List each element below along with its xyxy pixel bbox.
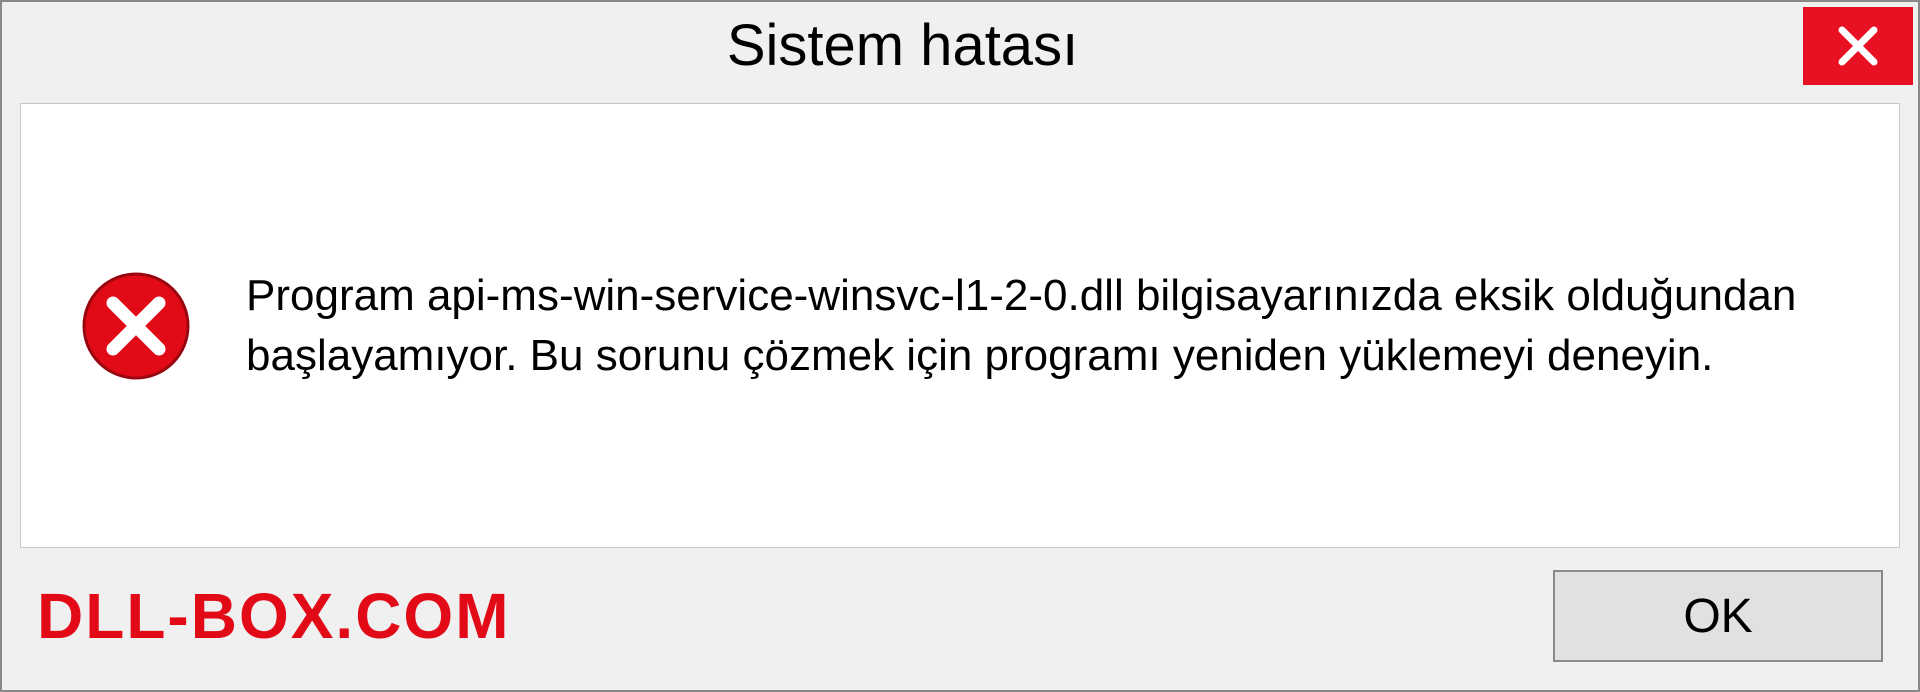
close-icon (1836, 24, 1880, 68)
dialog-title: Sistem hatası (2, 2, 1803, 79)
ok-button[interactable]: OK (1553, 570, 1883, 662)
error-icon (81, 271, 191, 381)
watermark-text: DLL-BOX.COM (37, 579, 511, 653)
titlebar: Sistem hatası (2, 2, 1918, 85)
error-dialog: Sistem hatası Program api-ms-win-service… (0, 0, 1920, 692)
content-area: Program api-ms-win-service-winsvc-l1-2-0… (20, 103, 1900, 548)
error-message: Program api-ms-win-service-winsvc-l1-2-0… (246, 266, 1839, 385)
dialog-footer: DLL-BOX.COM OK (2, 548, 1918, 690)
close-button[interactable] (1803, 7, 1913, 85)
